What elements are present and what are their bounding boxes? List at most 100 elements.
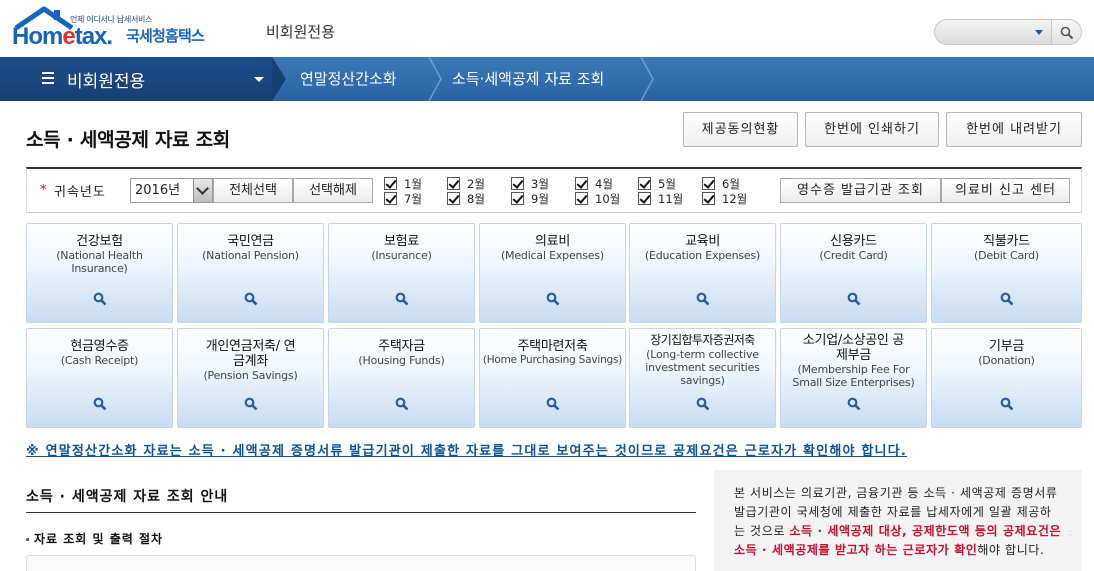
header-search-select[interactable] xyxy=(934,19,1052,45)
print-all-button[interactable]: 한번에 인쇄하기 xyxy=(805,112,939,147)
logo-text-post: tax. xyxy=(74,23,113,50)
card-cash-receipt[interactable]: 현금영수증 (Cash Receipt) xyxy=(26,328,173,428)
breadcrumb-item-1[interactable]: 연말정산간소화 xyxy=(300,68,397,89)
header-mode-label: 비회원전용 xyxy=(266,23,336,41)
card-health-insurance[interactable]: 건강보험 (National Health Insurance) xyxy=(26,223,173,323)
medical-report-center-button[interactable]: 의료비 신고 센터 xyxy=(941,178,1070,203)
nav-menu-label: 비회원전용 xyxy=(67,72,146,92)
card-credit-card[interactable]: 신용카드 (Credit Card) xyxy=(780,223,927,323)
guide-steps-box xyxy=(26,555,696,571)
card-subtitle: (Insurance) xyxy=(371,249,432,262)
card-title: 현금영수증 xyxy=(70,339,129,354)
month-checkbox-5[interactable]: 5월 xyxy=(638,176,698,192)
deselect-all-button[interactable]: 선택해제 xyxy=(293,178,373,203)
card-education-expenses[interactable]: 교육비 (Education Expenses) xyxy=(629,223,776,323)
card-title: 주택마련저축 xyxy=(517,339,588,354)
month-checkbox-6[interactable]: 6월 xyxy=(702,176,762,192)
checkbox-checked-icon xyxy=(511,177,524,190)
receipt-issuer-lookup-button[interactable]: 영수증 발급기관 조회 xyxy=(780,178,941,203)
month-checkbox-3[interactable]: 3월 xyxy=(511,176,571,192)
search-icon xyxy=(93,397,107,411)
card-subtitle: (Cash Receipt) xyxy=(60,354,139,367)
card-title: 소기업/소상공인 공제부금 xyxy=(802,333,905,363)
card-subtitle: (Donation) xyxy=(978,354,1035,367)
month-checkbox-7[interactable]: 7월 xyxy=(384,191,444,207)
month-label: 11월 xyxy=(658,192,684,206)
month-checkbox-2[interactable]: 2월 xyxy=(447,176,507,192)
page-title: 소득 · 세액공제 자료 조회 xyxy=(26,129,230,151)
search-icon xyxy=(93,292,107,306)
month-checkbox-8[interactable]: 8월 xyxy=(447,191,507,207)
card-subtitle: (Medical Expenses) xyxy=(500,249,605,262)
month-checkbox-10[interactable]: 10월 xyxy=(575,191,635,207)
card-subtitle: (National Health Insurance) xyxy=(56,249,143,275)
card-title: 기부금 xyxy=(989,339,1024,354)
search-icon xyxy=(847,397,861,411)
navbar: 비회원전용 연말정산간소화 소득·세액공제 자료 조회 xyxy=(0,57,1094,101)
month-label: 12월 xyxy=(722,192,748,206)
search-icon xyxy=(696,397,710,411)
breadcrumb-separator-icon xyxy=(640,57,654,101)
hometax-logo[interactable]: 언제 어디서나 납세서비스 Hometax. 국세청홈택스 xyxy=(12,6,217,52)
search-icon xyxy=(244,292,258,306)
logo-korean: 국세청홈택스 xyxy=(126,27,205,45)
year-select[interactable]: 2016년 xyxy=(130,178,213,203)
month-checkbox-9[interactable]: 9월 xyxy=(511,191,571,207)
breadcrumb-separator-icon xyxy=(428,57,442,101)
search-icon xyxy=(1060,26,1074,40)
breadcrumb-separator-icon xyxy=(272,57,286,101)
month-checkbox-12[interactable]: 12월 xyxy=(702,191,762,207)
card-medical-expenses[interactable]: 의료비 (Medical Expenses) xyxy=(479,223,626,323)
card-subtitle: (Education Expenses) xyxy=(644,249,761,262)
card-title: 건강보험 xyxy=(76,234,123,249)
checkbox-checked-icon xyxy=(511,192,524,205)
card-pension-savings[interactable]: 개인연금저축/ 연금계좌 (Pension Savings) xyxy=(177,328,324,428)
card-long-term-securities-savings[interactable]: 장기집합투자증권저축 (Long-term collective investme… xyxy=(629,328,776,428)
search-icon xyxy=(546,292,560,306)
download-all-button[interactable]: 한번에 내려받기 xyxy=(946,112,1082,147)
info-box: 본 서비스는 의료기관, 금융기관 등 소득 · 세액공제 증명서류 발급기관이… xyxy=(714,470,1082,571)
search-icon xyxy=(395,292,409,306)
card-subtitle: (Long-term collective investment securit… xyxy=(645,348,760,387)
month-label: 10월 xyxy=(595,192,621,206)
guide-subtitle: 자료 조회 및 출력 절차 xyxy=(26,530,163,547)
nav-menu-dropdown[interactable]: 비회원전용 xyxy=(0,57,272,101)
year-select-value: 2016년 xyxy=(135,183,181,198)
checkbox-checked-icon xyxy=(638,177,651,190)
card-debit-card[interactable]: 직불카드 (Debit Card) xyxy=(931,223,1082,323)
search-icon xyxy=(1000,292,1014,306)
chevron-down-icon xyxy=(193,179,212,202)
card-home-purchasing-savings[interactable]: 주택마련저축 (Home Purchasing Savings) xyxy=(479,328,626,428)
checkbox-checked-icon xyxy=(702,192,715,205)
card-subtitle: (Home Purchasing Savings) xyxy=(482,354,623,366)
card-subtitle: (Membership Fee For Small Size Enterpris… xyxy=(792,363,915,389)
month-label: 3월 xyxy=(531,177,549,191)
consent-status-button[interactable]: 제공동의현황 xyxy=(683,112,798,147)
checkbox-checked-icon xyxy=(702,177,715,190)
header-search xyxy=(934,19,1082,45)
search-icon xyxy=(847,292,861,306)
checkbox-checked-icon xyxy=(575,177,588,190)
month-checkbox-1[interactable]: 1월 xyxy=(384,176,444,192)
breadcrumb-item-2[interactable]: 소득·세액공제 자료 조회 xyxy=(452,68,604,89)
filter-bar: * 귀속년도 2016년 전체선택 선택해제 1월 2월 3월 4월 5월 6월… xyxy=(26,167,1082,213)
month-checkbox-4[interactable]: 4월 xyxy=(575,176,635,192)
checkbox-checked-icon xyxy=(447,177,460,190)
month-label: 1월 xyxy=(404,177,422,191)
card-title: 국민연금 xyxy=(227,234,274,249)
select-all-button[interactable]: 전체선택 xyxy=(213,178,293,203)
card-housing-funds[interactable]: 주택자금 (Housing Funds) xyxy=(328,328,475,428)
card-national-pension[interactable]: 국민연금 (National Pension) xyxy=(177,223,324,323)
chevron-down-icon xyxy=(254,77,264,82)
header-search-button[interactable] xyxy=(1052,19,1082,45)
card-insurance[interactable]: 보험료 (Insurance) xyxy=(328,223,475,323)
notice-text[interactable]: ※ 연말정산간소화 자료는 소득 · 세액공제 증명서류 발급기관이 제출한 자… xyxy=(26,440,907,459)
month-checkbox-11[interactable]: 11월 xyxy=(638,191,698,207)
card-small-enterprise-fee[interactable]: 소기업/소상공인 공제부금 (Membership Fee For Small S… xyxy=(780,328,927,428)
card-title: 개인연금저축/ 연금계좌 xyxy=(205,339,296,369)
card-donation[interactable]: 기부금 (Donation) xyxy=(931,328,1082,428)
year-label: 귀속년도 xyxy=(54,185,106,200)
card-title: 보험료 xyxy=(384,234,419,249)
card-title: 장기집합투자증권저축 xyxy=(650,333,755,347)
month-label: 4월 xyxy=(595,177,613,191)
